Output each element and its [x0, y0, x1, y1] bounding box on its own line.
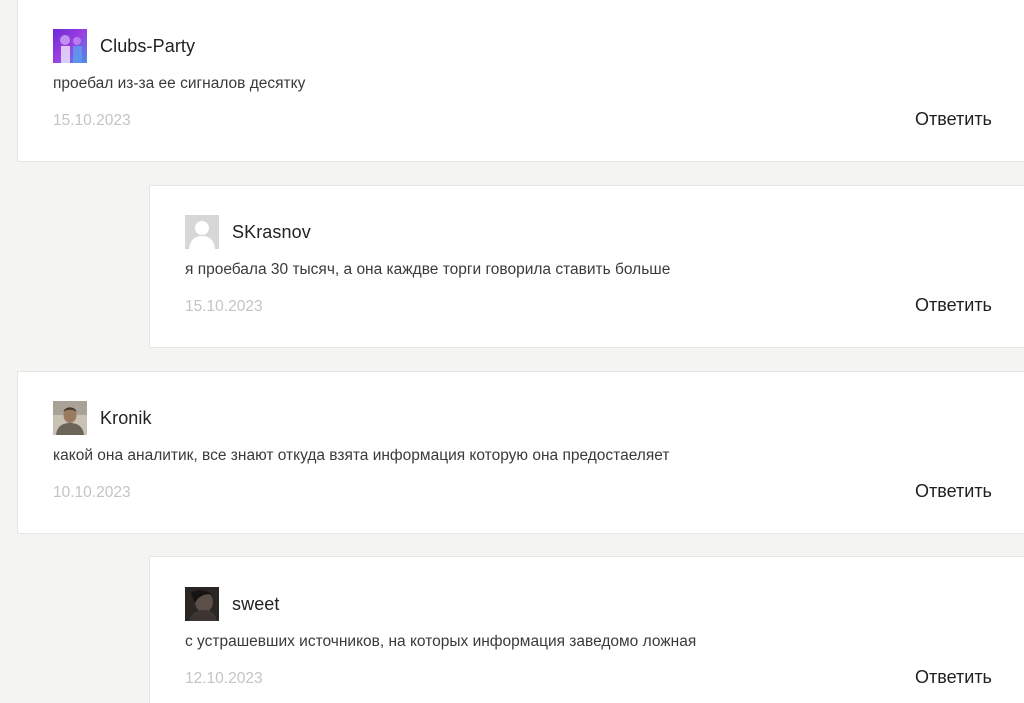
- avatar[interactable]: [53, 401, 87, 435]
- comment-date: 15.10.2023: [185, 298, 263, 315]
- reply-button[interactable]: Ответить: [915, 295, 992, 316]
- comment-card: Clubs-Party проебал из-за ее сигналов де…: [17, 0, 1024, 162]
- avatar[interactable]: [53, 29, 87, 63]
- comments-thread: Clubs-Party проебал из-за ее сигналов де…: [0, 0, 1024, 703]
- comment-author[interactable]: sweet: [232, 594, 280, 615]
- comment-header: SKrasnov: [185, 215, 311, 249]
- comment-header: sweet: [185, 587, 280, 621]
- reply-button[interactable]: Ответить: [915, 667, 992, 688]
- comment-text: проебал из-за ее сигналов десятку: [53, 75, 306, 92]
- comment-header: Kronik: [53, 401, 152, 435]
- comment-text: я проебала 30 тысяч, а она каждве торги …: [185, 261, 671, 278]
- comment-header: Clubs-Party: [53, 29, 195, 63]
- comment-card: SKrasnov я проебала 30 тысяч, а она кажд…: [149, 185, 1024, 348]
- comment-text: какой она аналитик, все знают откуда взя…: [53, 447, 670, 464]
- reply-button[interactable]: Ответить: [915, 109, 992, 130]
- avatar[interactable]: [185, 587, 219, 621]
- comment-author[interactable]: Kronik: [100, 408, 152, 429]
- comment-date: 10.10.2023: [53, 484, 131, 501]
- comment-date: 15.10.2023: [53, 112, 131, 129]
- comment-card: Kronik какой она аналитик, все знают отк…: [17, 371, 1024, 534]
- comment-date: 12.10.2023: [185, 670, 263, 687]
- comment-author[interactable]: Clubs-Party: [100, 36, 195, 57]
- comment-card: sweet с устрашевших источников, на котор…: [149, 556, 1024, 703]
- comment-text: с устрашевших источников, на которых инф…: [185, 633, 697, 650]
- reply-button[interactable]: Ответить: [915, 481, 992, 502]
- comment-author[interactable]: SKrasnov: [232, 222, 311, 243]
- default-user-avatar-icon[interactable]: [185, 215, 219, 249]
